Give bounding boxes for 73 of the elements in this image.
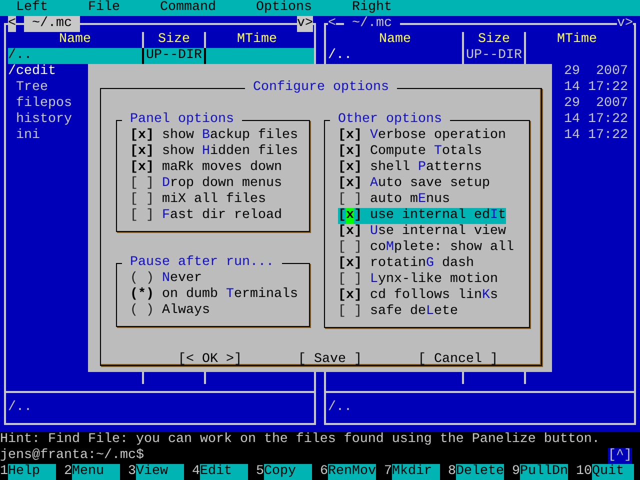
menu-item[interactable]: Left [16,0,48,16]
checkbox-option[interactable]: [ ] safe deLete [338,304,458,320]
file-size: UP--DIR [146,48,202,63]
file-name: /.. [8,48,32,63]
file-mtime: 14 17:22 [564,128,628,143]
function-key-button[interactable]: Menu [72,464,120,480]
menu-item[interactable]: Options [256,0,312,16]
checkbox-option[interactable]: [x] Use internal view [338,224,506,240]
file-size: UP--DIR [466,48,522,63]
file-mtime: 14 17:22 [564,112,628,127]
radio-option[interactable]: (*) on dumb Terminals [130,287,298,303]
dialog-button[interactable]: [ Save ] [298,352,362,368]
checkbox-option[interactable]: [ ] Fast dir reload [130,208,282,224]
checkbox-option[interactable]: [x] Verbose operation [338,128,506,144]
function-key-button[interactable]: Edit [200,464,248,480]
function-key-button[interactable]: Help [8,464,56,480]
shell-prompt[interactable]: jens@franta:~/.mc$ [0,448,608,464]
checkbox-option[interactable]: [ ] Drop down menus [130,176,282,192]
radio-option[interactable]: ( ) Never [130,271,202,287]
key-number: 1 [0,464,8,480]
checkbox-option[interactable]: [x] cd follows linKs [338,288,498,304]
column-header[interactable]: Name [328,32,462,48]
subshell-indicator: [^] [608,448,632,464]
checkbox-option[interactable]: [ ] miX all files [130,192,266,208]
group-title: Other options [330,112,450,128]
key-number: 6 [320,464,328,480]
mini-status: /.. [8,400,33,416]
checkbox-option[interactable]: [x] show Hidden files [130,144,298,160]
checkbox-option[interactable]: [ ] Lynx-like motion [338,272,498,288]
history-back-button[interactable]: < [8,16,16,32]
key-number: 2 [64,464,72,480]
group-title: Panel options [122,112,242,128]
menu-item[interactable]: File [88,0,120,16]
checkbox-option[interactable]: [x] rotatinG dash [338,256,474,272]
checkbox-option[interactable]: [x] maRk moves down [130,160,282,176]
file-mtime: 14 17:22 [564,80,628,95]
dialog-title: Configure options [245,80,397,96]
radio-option[interactable]: ( ) Always [130,303,210,319]
file-mtime: 29 2007 [564,64,628,79]
file-mtime: 29 2007 [564,96,628,111]
column-header[interactable]: Name [8,32,142,48]
checkbox-option[interactable]: [ ] coMplete: show all [338,240,514,256]
dialog-button[interactable]: [ Cancel ] [418,352,498,368]
checkbox-option[interactable]: [x] show Backup files [130,128,298,144]
menu-item[interactable]: Command [160,0,216,16]
function-key-button[interactable]: RenMov [328,464,376,480]
file-name: filepos [16,96,72,111]
key-number: 10 [576,464,592,480]
function-key-button[interactable]: Delete [456,464,504,480]
checkbox-option[interactable]: [ ] auto mEnus [338,192,450,208]
dialog-button[interactable]: [< OK >] [178,352,242,368]
checkbox-option[interactable]: [x] Auto save setup [338,176,490,192]
file-name: /cedit [8,64,56,79]
key-number: 8 [448,464,456,480]
key-number: 4 [192,464,200,480]
menu-item[interactable]: Right [352,0,392,16]
checkbox-option[interactable]: [x] shell Patterns [338,160,482,176]
panel-path: ~/.mc [24,16,80,32]
function-key-button[interactable]: View [136,464,184,480]
column-header[interactable]: Size [462,32,524,48]
file-name: /.. [328,48,352,63]
checkbox-option[interactable]: [x] Compute Totals [338,144,482,160]
function-key-button[interactable]: PullDn [520,464,568,480]
key-number: 5 [256,464,264,480]
function-key-button[interactable]: Copy [264,464,312,480]
function-key-button[interactable]: Quit [592,464,634,480]
function-key-button[interactable]: Mkdir [392,464,440,480]
history-list-button[interactable]: v> [297,16,313,32]
key-number: 9 [512,464,520,480]
key-number: 7 [384,464,392,480]
mini-status: /.. [328,400,353,416]
key-number: 3 [128,464,136,480]
hint-text: Hint: Find File: you can work on the files found using the Panelize button. [0,432,601,448]
